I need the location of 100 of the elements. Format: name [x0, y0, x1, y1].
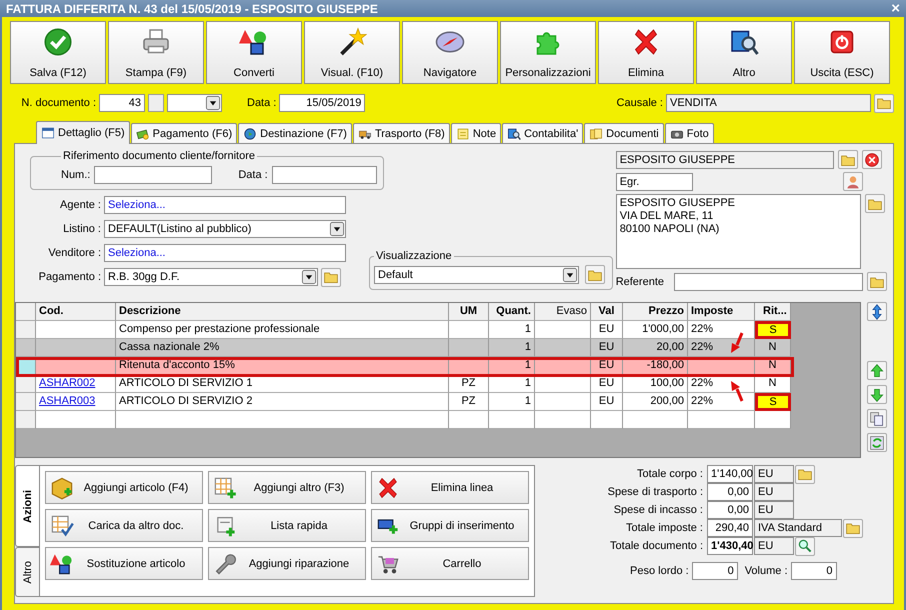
- total-field[interactable]: 1'140,00: [707, 465, 753, 483]
- weight-field[interactable]: 0: [692, 562, 738, 580]
- item-code-link[interactable]: ASHAR003: [36, 393, 116, 411]
- table-cell: S: [755, 393, 791, 411]
- toolbar-button[interactable]: Elimina: [598, 21, 694, 84]
- dropdown[interactable]: [167, 94, 222, 112]
- side-tab[interactable]: Azioni: [15, 465, 39, 547]
- date-field[interactable]: 15/05/2019: [279, 94, 366, 112]
- tab[interactable]: Documenti: [584, 123, 664, 143]
- side-tab[interactable]: Altro: [15, 547, 39, 597]
- table-cell: [489, 411, 535, 429]
- total-field[interactable]: 1'430,40: [707, 537, 753, 555]
- tab[interactable]: Destinazione (F7): [238, 123, 352, 143]
- dropdown[interactable]: R.B. 30gg D.F.: [104, 268, 318, 286]
- address-box[interactable]: ESPOSITO GIUSEPPE VIA DEL MARE, 11 80100 NAPOLI (NA): [616, 194, 861, 269]
- folder-button[interactable]: [585, 265, 605, 284]
- table-cell: S: [755, 321, 791, 339]
- toolbar-button[interactable]: Converti: [206, 21, 302, 84]
- tab[interactable]: Note: [450, 123, 502, 143]
- arrow: [731, 332, 744, 353]
- currency-field: EU: [754, 537, 794, 555]
- field-label: Data :: [238, 168, 268, 180]
- column-header[interactable]: Descrizione: [116, 303, 449, 321]
- total-label: Spese di trasporto :: [606, 486, 703, 498]
- row-indicator[interactable]: [16, 321, 36, 339]
- folder-button[interactable]: [843, 518, 863, 538]
- action-button[interactable]: Carrello: [371, 547, 529, 580]
- column-header[interactable]: Evaso: [535, 303, 591, 321]
- refresh-button[interactable]: [867, 433, 887, 452]
- field-label: Num.:: [61, 168, 90, 180]
- checklist-icon: [50, 514, 74, 538]
- action-button[interactable]: Gruppi di inserimento: [371, 509, 529, 542]
- tab[interactable]: Trasporto (F8): [352, 123, 450, 143]
- column-header[interactable]: UM: [449, 303, 489, 321]
- referente-field[interactable]: [674, 272, 863, 290]
- copy-button[interactable]: [867, 409, 887, 428]
- volume-field[interactable]: 0: [790, 562, 837, 580]
- sort-button[interactable]: [867, 302, 887, 321]
- customer-field[interactable]: ESPOSITO GIUSEPPE: [616, 150, 834, 168]
- date-field[interactable]: [272, 166, 377, 184]
- table-cell: 1'000,00: [623, 321, 688, 339]
- folder-button[interactable]: [867, 272, 887, 291]
- title-field[interactable]: Egr.: [616, 172, 693, 190]
- total-field[interactable]: 0,00: [707, 483, 753, 501]
- column-header[interactable]: Imposte: [688, 303, 755, 321]
- toolbar-button[interactable]: Stampa (F9): [108, 21, 204, 84]
- tab[interactable]: Contabilita': [502, 123, 584, 143]
- remove-button[interactable]: [862, 150, 882, 169]
- column-header[interactable]: Val: [591, 303, 623, 321]
- action-button[interactable]: Carica da altro doc.: [45, 509, 203, 542]
- toolbar-button[interactable]: Visual. (F10): [304, 21, 400, 84]
- document-number-field[interactable]: 43: [99, 94, 145, 112]
- column-header[interactable]: Cod.: [36, 303, 116, 321]
- folder-button[interactable]: [874, 94, 894, 112]
- number-field[interactable]: [94, 166, 212, 184]
- column-header[interactable]: Prezzo: [623, 303, 688, 321]
- row-indicator[interactable]: [16, 411, 36, 429]
- total-field[interactable]: 290,40: [707, 519, 753, 537]
- action-button[interactable]: Aggiungi altro (F3): [208, 471, 366, 504]
- zoom-button[interactable]: [795, 536, 815, 556]
- field-label: Agente :: [59, 199, 101, 211]
- total-field[interactable]: 0,00: [707, 501, 753, 519]
- book-icon: [507, 126, 522, 140]
- tab[interactable]: Dettaglio (F5): [36, 121, 130, 144]
- move-down-button[interactable]: [867, 385, 887, 404]
- toolbar-button[interactable]: Uscita (ESC): [794, 21, 890, 84]
- table-cell: 22%: [688, 339, 755, 357]
- table-cell: [688, 411, 755, 429]
- action-button[interactable]: Lista rapida: [208, 509, 366, 542]
- group-title: Visualizzazione: [375, 250, 453, 262]
- dropdown[interactable]: DEFAULT(Listino al pubblico): [104, 220, 346, 238]
- folder-button[interactable]: [795, 464, 815, 484]
- folder-button[interactable]: [838, 150, 858, 169]
- magnifier-icon: [797, 538, 813, 554]
- action-button[interactable]: Aggiungi articolo (F4): [45, 471, 203, 504]
- folder-button[interactable]: [864, 194, 885, 213]
- row-indicator[interactable]: [16, 393, 36, 411]
- dropdown[interactable]: Default: [374, 266, 579, 284]
- table-cell: 1: [489, 393, 535, 411]
- toolbar-button[interactable]: Personalizzazioni: [500, 21, 596, 84]
- causale-field[interactable]: VENDITA: [666, 94, 871, 112]
- tab[interactable]: Foto: [664, 123, 714, 143]
- shapes-icon: [50, 552, 74, 576]
- action-button[interactable]: Sostituzione articolo: [45, 547, 203, 580]
- toolbar-button[interactable]: Altro: [696, 21, 792, 84]
- tab[interactable]: Pagamento (F6): [130, 123, 238, 143]
- small-button[interactable]: [148, 94, 164, 112]
- action-button[interactable]: Aggiungi riparazione: [208, 547, 366, 580]
- select-field[interactable]: Seleziona...: [104, 244, 346, 262]
- folder-button[interactable]: [321, 268, 341, 286]
- column-header[interactable]: Rit...: [755, 303, 791, 321]
- toolbar-button[interactable]: Navigatore: [402, 21, 498, 84]
- currency-field: EU: [754, 501, 794, 519]
- column-header[interactable]: Quant.: [489, 303, 535, 321]
- action-button[interactable]: Elimina linea: [371, 471, 529, 504]
- person-button[interactable]: [843, 172, 863, 191]
- table-cell: 1: [489, 339, 535, 357]
- toolbar-button[interactable]: Salva (F12): [10, 21, 106, 84]
- select-field[interactable]: Seleziona...: [104, 196, 346, 214]
- move-up-button[interactable]: [867, 361, 887, 380]
